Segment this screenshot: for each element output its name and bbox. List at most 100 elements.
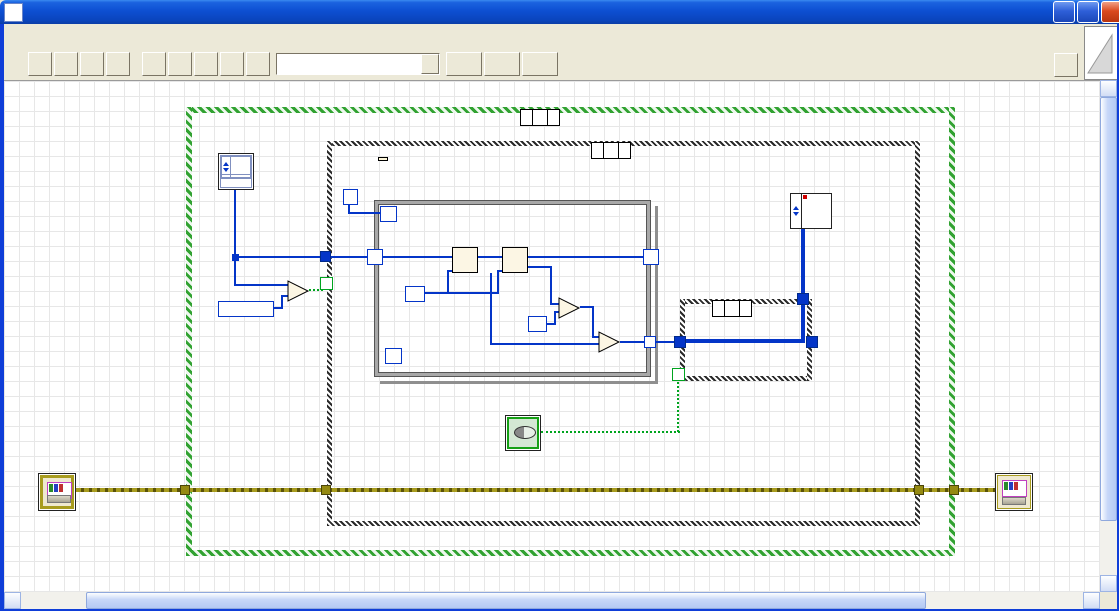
case-border-right (915, 141, 920, 526)
error-tunnel (949, 485, 959, 495)
loop-count-terminal[interactable] (380, 206, 397, 222)
wire-segment (281, 295, 283, 309)
menu-item-datei[interactable] (8, 32, 22, 40)
terminal-type-label (220, 174, 252, 188)
wire-segment (490, 343, 600, 345)
menu-item-ausfuehren[interactable] (64, 32, 78, 40)
vi-icon[interactable] (1084, 26, 1118, 80)
numeric-constant-4[interactable] (343, 189, 358, 205)
previous-case-icon[interactable] (521, 110, 533, 125)
close-button[interactable] (1101, 1, 1119, 23)
free-label-valid-input[interactable] (378, 157, 388, 161)
vertical-scroll-thumb[interactable] (1100, 97, 1117, 521)
diagram-toolbar (0, 48, 1119, 80)
wire-segment (348, 212, 382, 214)
error-out-terminal[interactable] (995, 473, 1033, 511)
retain-wire-values-button[interactable] (168, 52, 192, 76)
quotient-remainder-node[interactable] (502, 247, 528, 273)
run-button[interactable] (28, 52, 52, 76)
wire-segment (234, 190, 236, 286)
shift-register-left[interactable] (367, 249, 383, 265)
add-node[interactable] (598, 331, 621, 354)
menu-item-werkzeuge[interactable] (78, 32, 92, 40)
menu-item-bearbeiten[interactable] (22, 32, 36, 40)
distribute-objects-dropdown[interactable] (484, 52, 520, 76)
vertical-scrollbar[interactable] (1100, 80, 1117, 592)
error-wire (76, 488, 995, 492)
loop-iteration-terminal[interactable] (385, 348, 402, 364)
decimal-input-terminal[interactable] (218, 153, 254, 190)
reorder-dropdown[interactable] (522, 52, 558, 76)
boolean-wire-segment (541, 431, 680, 433)
error-cluster-bar (1002, 497, 1026, 505)
wire-segment (236, 256, 325, 258)
case-selector-false[interactable] (591, 142, 631, 159)
boolean-frame (507, 417, 539, 449)
labview-window (0, 0, 1119, 611)
case-border-left (327, 141, 332, 526)
minimize-button[interactable] (1053, 1, 1075, 23)
coercion-dot (803, 195, 807, 199)
scroll-left-button[interactable] (4, 592, 21, 609)
step-into-button[interactable] (194, 52, 218, 76)
highlight-execution-button[interactable] (142, 52, 166, 76)
numeric-constant-10[interactable] (405, 286, 425, 302)
previous-case-icon[interactable] (592, 143, 604, 158)
error-cluster-glyph (1002, 480, 1027, 497)
case-border-bottom (680, 376, 812, 381)
pause-button[interactable] (106, 52, 130, 76)
maximize-button[interactable] (1077, 1, 1099, 23)
numeric-constant-16[interactable] (528, 316, 547, 332)
multiply-node[interactable] (558, 297, 581, 320)
tunnel (320, 251, 331, 262)
wire-segment (490, 273, 492, 345)
next-case-icon[interactable] (547, 110, 559, 125)
error-tunnel (914, 485, 924, 495)
step-over-button[interactable] (220, 52, 244, 76)
help-button[interactable] (1054, 53, 1078, 77)
case-selector-false-small[interactable] (712, 300, 752, 317)
align-objects-dropdown[interactable] (446, 52, 482, 76)
case-selector-tunnel (320, 277, 333, 290)
case-border-top (186, 107, 955, 113)
chevron-down-icon[interactable] (421, 54, 439, 74)
horizontal-scrollbar[interactable] (4, 592, 1100, 609)
case-border-bottom (186, 550, 955, 556)
scroll-up-button[interactable] (1100, 80, 1117, 97)
menu-item-fenster[interactable] (92, 32, 106, 40)
case-selector-tunnel (672, 368, 685, 381)
window-controls (1053, 1, 1119, 23)
bcd-array-indicator[interactable] (790, 193, 832, 229)
tunnel (797, 293, 809, 305)
title-bar[interactable] (0, 0, 1119, 24)
labview-app-icon[interactable] (4, 2, 23, 22)
case-selector-kein-fehler[interactable] (520, 109, 560, 126)
block-diagram-canvas[interactable] (4, 80, 1100, 593)
greater-node[interactable] (287, 280, 310, 303)
numeric-constant-99999999[interactable] (218, 301, 274, 317)
quotient-remainder-node[interactable] (452, 247, 478, 273)
abort-button[interactable] (80, 52, 104, 76)
run-continuous-button[interactable] (54, 52, 78, 76)
error-in-terminal[interactable] (38, 473, 76, 511)
wire-segment (592, 306, 594, 338)
scroll-down-button[interactable] (1100, 575, 1117, 592)
next-case-icon[interactable] (618, 143, 630, 158)
menu-item-projekt[interactable] (50, 32, 64, 40)
scrollbar-corner (1100, 592, 1117, 609)
horizontal-scroll-thumb[interactable] (86, 592, 926, 609)
tunnel (674, 336, 686, 348)
previous-case-icon[interactable] (713, 301, 725, 316)
next-case-icon[interactable] (739, 301, 751, 316)
menu-item-anzeigen[interactable] (36, 32, 50, 40)
error-cluster-frame (40, 475, 74, 509)
error-cluster-frame (997, 475, 1031, 509)
vi-icon-graphic (1087, 33, 1113, 74)
menu-item-hilfe[interactable] (106, 32, 120, 40)
wire-segment (550, 266, 552, 305)
font-selector[interactable] (276, 53, 440, 75)
shift-register-right[interactable] (643, 249, 659, 265)
msb-first-terminal[interactable] (505, 415, 541, 451)
scroll-right-button[interactable] (1083, 592, 1100, 609)
step-out-button[interactable] (246, 52, 270, 76)
